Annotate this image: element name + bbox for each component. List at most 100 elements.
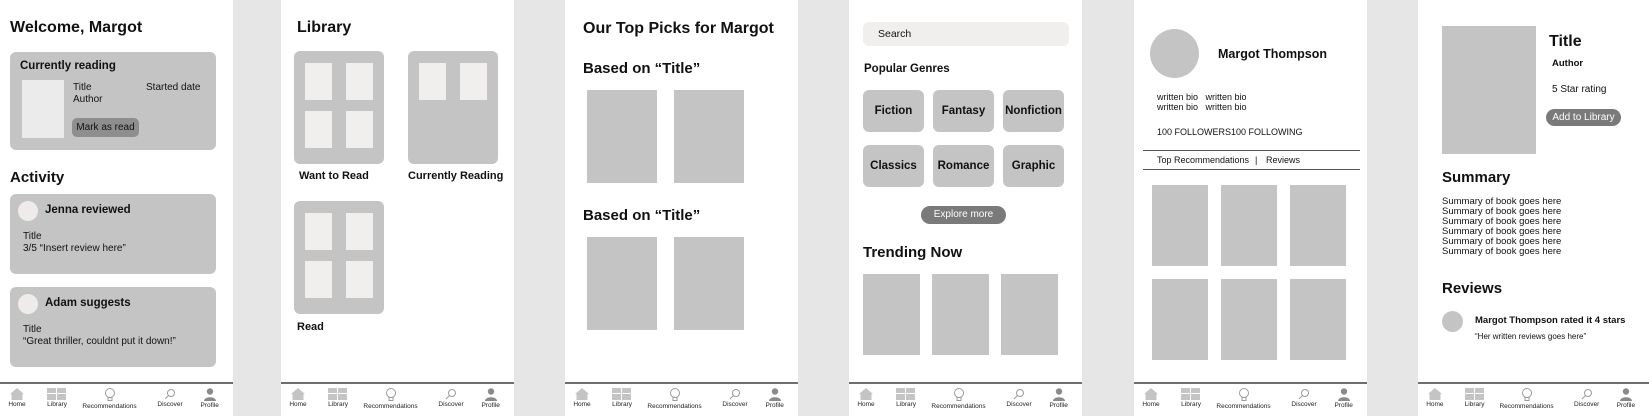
book-cover[interactable]	[932, 274, 989, 355]
shelf-read[interactable]	[294, 201, 384, 314]
book-cover[interactable]	[587, 237, 657, 330]
genre-romance-button[interactable]: Romance	[933, 145, 994, 187]
shelf-label: Read	[297, 321, 324, 333]
bottom-nav: Home Library Recommendations Discover Profil…	[849, 382, 1082, 416]
person-icon	[745, 388, 798, 401]
book-cover-placeholder	[22, 80, 64, 138]
activity-line: Title	[23, 231, 42, 242]
avatar	[18, 201, 38, 221]
book-cover[interactable]	[1290, 279, 1346, 360]
activity-title: Adam suggests	[45, 297, 131, 309]
activity-card[interactable]: Jenna reviewed Title 3/5 “Insert review …	[10, 194, 216, 274]
activity-line: 3/5 “Insert review here”	[23, 243, 126, 254]
review-header: Margot Thompson rated it 4 stars	[1475, 315, 1626, 326]
explore-more-button[interactable]: Explore more	[921, 206, 1006, 224]
nav-recommendations[interactable]: Recommendations	[1214, 388, 1274, 410]
lightbulb-icon	[80, 388, 140, 402]
divider	[1143, 150, 1360, 151]
bottom-nav: Home Library Recommendations Discover Profil…	[1418, 382, 1649, 416]
nav-recommendations[interactable]: Recommendations	[929, 388, 989, 410]
shelf-currently-reading[interactable]	[408, 51, 498, 164]
recommendations-heading: Our Top Picks for Margot	[583, 20, 774, 37]
bottom-nav: Home Library Recommendations Discover Profil…	[1134, 382, 1367, 416]
library-heading: Library	[297, 19, 352, 36]
shelf-label: Want to Read	[299, 170, 369, 182]
nav-profile[interactable]: Profile	[1314, 388, 1367, 409]
nav-label: Recommendations	[647, 403, 702, 410]
nav-library[interactable]: Library	[308, 388, 368, 408]
section-heading: Based on “Title”	[583, 60, 701, 77]
nav-profile[interactable]: Profile	[1029, 388, 1082, 409]
activity-heading: Activity	[10, 169, 65, 186]
genre-nonfiction-button[interactable]: Nonfiction	[1003, 90, 1064, 132]
activity-card[interactable]: Adam suggests Title “Great thriller, cou…	[10, 287, 216, 367]
profile-name: Margot Thompson	[1218, 47, 1328, 61]
nav-recommendations[interactable]: Recommendations	[1497, 388, 1557, 410]
currently-reading-heading: Currently reading	[20, 60, 116, 72]
book-cover[interactable]	[1152, 185, 1208, 266]
book-thumb	[460, 63, 487, 100]
book-cover[interactable]	[1221, 185, 1277, 266]
book-cover[interactable]	[863, 274, 920, 355]
nav-profile[interactable]: Profile	[180, 388, 233, 409]
book-cover[interactable]	[674, 90, 744, 183]
nav-library[interactable]: Library	[876, 388, 936, 408]
book-cover[interactable]	[587, 90, 657, 183]
book-cover[interactable]	[1001, 274, 1058, 355]
book-thumb	[346, 213, 373, 250]
reviews-heading: Reviews	[1442, 280, 1503, 297]
nav-library[interactable]: Library	[592, 388, 652, 408]
nav-label: Profile	[1049, 402, 1068, 409]
add-to-library-button[interactable]: Add to Library	[1546, 109, 1621, 126]
search-bar[interactable]: Search	[863, 22, 1069, 46]
mark-as-read-button[interactable]: Mark as read	[72, 118, 139, 137]
nav-label: Library	[47, 401, 68, 408]
bio-line: written bio written bio	[1157, 92, 1247, 102]
nav-label: Recommendations	[1216, 403, 1271, 410]
nav-profile[interactable]: Profile	[461, 388, 514, 409]
nav-label: Library	[896, 401, 917, 408]
genre-fantasy-button[interactable]: Fantasy	[933, 90, 994, 132]
nav-library[interactable]: Library	[27, 388, 87, 408]
genre-fiction-button[interactable]: Fiction	[863, 90, 924, 132]
book-cover[interactable]	[1152, 279, 1208, 360]
nav-label: Library	[328, 401, 349, 408]
book-cover[interactable]	[1221, 279, 1277, 360]
shelf-want-to-read[interactable]	[294, 51, 384, 164]
lightbulb-icon	[645, 388, 705, 402]
followers-count[interactable]: 100 FOLLOWERS	[1157, 127, 1231, 137]
nav-library[interactable]: Library	[1161, 388, 1221, 408]
book-author: Author	[73, 94, 103, 105]
book-thumb	[419, 63, 446, 100]
discover-screen: Search Popular Genres Fiction Fantasy No…	[849, 0, 1082, 416]
genre-graphic-button[interactable]: Graphic	[1003, 145, 1064, 187]
nav-profile[interactable]: Profile	[745, 388, 798, 409]
nav-label: Recommendations	[82, 403, 137, 410]
currently-reading-card[interactable]: Currently reading Title Author Started d…	[10, 52, 216, 150]
genre-classics-button[interactable]: Classics	[863, 145, 924, 187]
book-cover	[1442, 26, 1536, 154]
nav-recommendations[interactable]: Recommendations	[645, 388, 705, 410]
tab-top-recommendations[interactable]: Top Recommendations	[1157, 155, 1249, 165]
book-cover[interactable]	[1290, 185, 1346, 266]
lightbulb-icon	[1214, 388, 1274, 402]
avatar	[1442, 311, 1463, 332]
following-count[interactable]: 100 FOLLOWING	[1231, 127, 1303, 137]
nav-recommendations[interactable]: Recommendations	[80, 388, 140, 410]
tab-reviews[interactable]: Reviews	[1266, 155, 1300, 165]
book-title: Title	[73, 82, 92, 93]
activity-title: Jenna reviewed	[45, 204, 131, 216]
book-thumb	[305, 111, 332, 148]
home-screen: Welcome, Margot Currently reading Title …	[0, 0, 233, 416]
nav-profile[interactable]: Profile	[1596, 388, 1649, 409]
nav-label: Profile	[1616, 402, 1636, 409]
popular-genres-heading: Popular Genres	[864, 63, 950, 75]
person-icon	[1029, 388, 1082, 401]
book-cover[interactable]	[674, 237, 744, 330]
review-body: “Her written reviews goes here”	[1475, 332, 1587, 341]
section-heading: Based on “Title”	[583, 207, 701, 224]
welcome-heading: Welcome, Margot	[10, 19, 143, 36]
nav-label: Recommendations	[1499, 403, 1554, 410]
bio-line: written bio written bio	[1157, 102, 1247, 112]
nav-recommendations[interactable]: Recommendations	[361, 388, 421, 410]
